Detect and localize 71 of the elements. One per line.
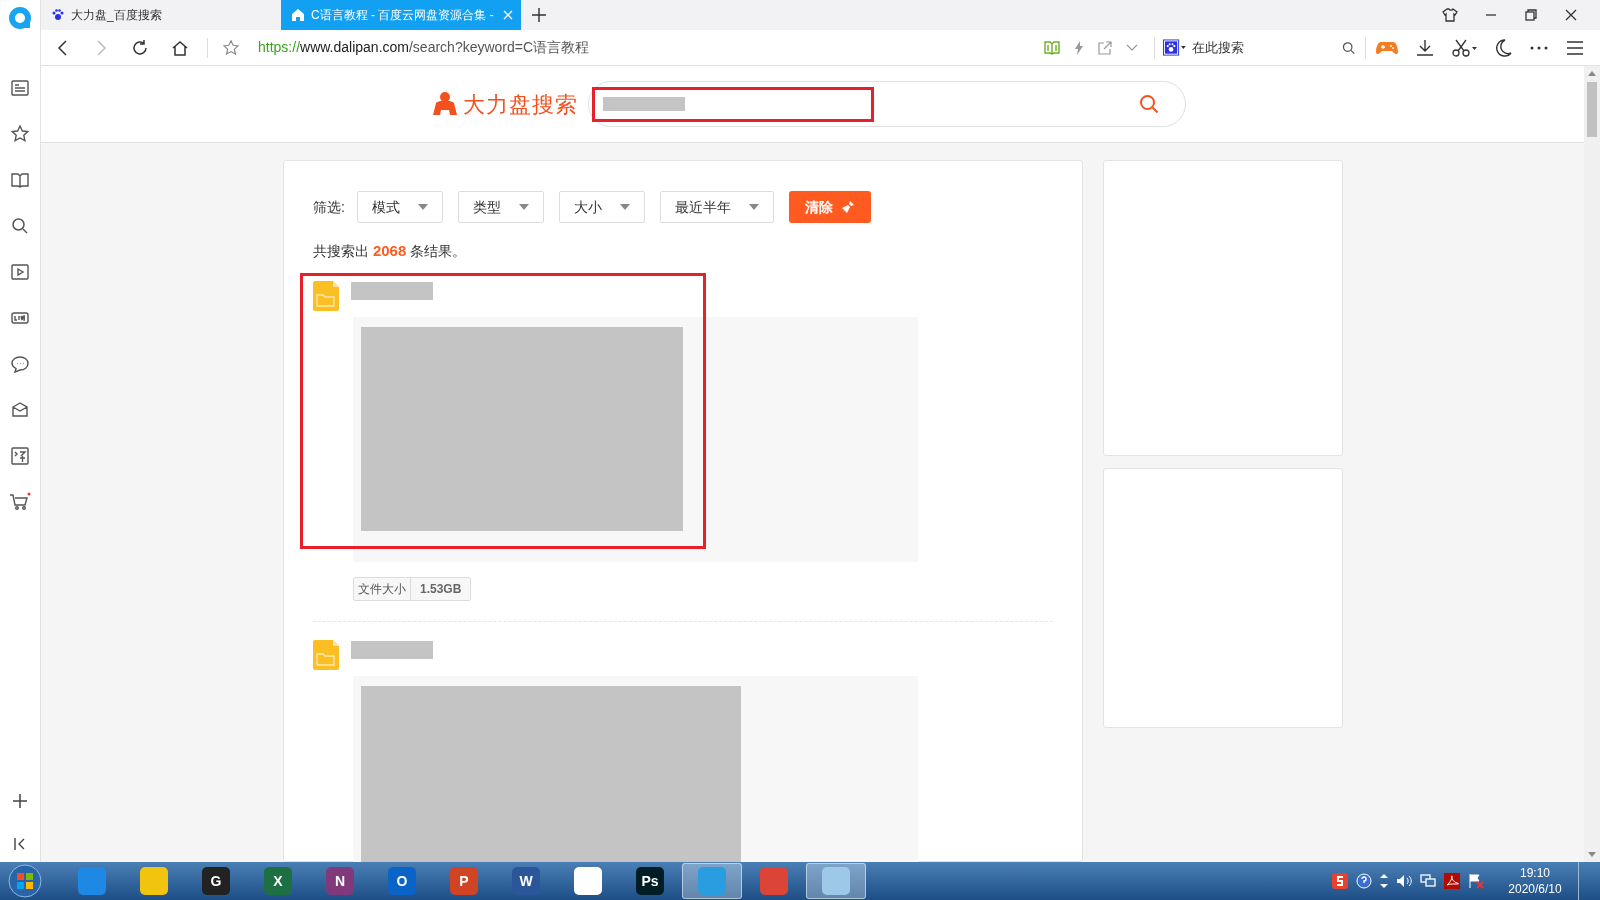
pdf-icon[interactable]: [1444, 873, 1460, 889]
menu-icon[interactable]: [1566, 39, 1584, 56]
tray-expand-icon[interactable]: [1380, 874, 1388, 888]
caret-icon: [619, 204, 630, 210]
star-icon[interactable]: [10, 124, 30, 144]
restore-icon[interactable]: [1524, 8, 1538, 22]
folder-file-icon: [313, 639, 339, 670]
home-icon[interactable]: [171, 38, 189, 57]
skin-icon[interactable]: [1442, 7, 1458, 23]
more-icon[interactable]: [1530, 45, 1548, 50]
book-icon[interactable]: [10, 170, 30, 190]
reload-icon[interactable]: [131, 38, 149, 57]
lightning-icon[interactable]: [1074, 40, 1084, 55]
chevron-down-icon[interactable]: [1126, 43, 1138, 52]
new-tab-icon[interactable]: [531, 7, 547, 23]
folder-file-icon: [313, 280, 339, 311]
gamepad-icon[interactable]: [1376, 39, 1398, 56]
taskbar-app[interactable]: N: [310, 863, 370, 899]
taskbar-app[interactable]: G: [186, 863, 246, 899]
help-icon[interactable]: [1356, 873, 1372, 889]
search-icon[interactable]: [1341, 40, 1355, 55]
taskbar-app[interactable]: P: [434, 863, 494, 899]
add-icon[interactable]: [11, 792, 29, 810]
moon-icon[interactable]: [1496, 38, 1512, 57]
broom-icon: [840, 200, 855, 214]
bookmark-star-icon[interactable]: [222, 38, 240, 57]
paw-icon[interactable]: [1163, 38, 1186, 57]
toolbar-search-field[interactable]: 在此搜索: [1191, 37, 1342, 58]
cart-icon[interactable]: [9, 492, 31, 512]
paw-icon: [51, 8, 65, 22]
site-search-field[interactable]: [588, 81, 1186, 127]
translate-icon[interactable]: [10, 446, 30, 466]
house-icon: [291, 8, 305, 22]
filter-dropdown[interactable]: 最近半年: [659, 191, 774, 223]
start-button-icon[interactable]: [8, 864, 42, 898]
scrollbar-thumb[interactable]: [1587, 82, 1597, 137]
result-count-text: 共搜索出 2068 条结果。: [313, 241, 467, 261]
clock-date[interactable]: 2020/6/10: [1508, 881, 1562, 897]
caret-icon: [417, 204, 428, 210]
browser-logo-icon[interactable]: [8, 6, 32, 30]
scissors-icon[interactable]: [1452, 38, 1478, 57]
clock-time[interactable]: 19:10: [1520, 865, 1550, 881]
file-size-tag: 文件大小 1.53GB: [353, 576, 472, 601]
scroll-up-icon[interactable]: [1588, 71, 1596, 76]
input-method-icon[interactable]: [1332, 873, 1348, 889]
news-icon[interactable]: [10, 78, 30, 98]
search-icon[interactable]: [10, 216, 30, 236]
scrollbar[interactable]: [1584, 66, 1600, 862]
reading-mode-icon[interactable]: [1044, 40, 1060, 55]
share-icon[interactable]: [1098, 40, 1112, 55]
close-icon[interactable]: [1564, 8, 1578, 22]
taskbar-app[interactable]: W: [496, 863, 556, 899]
caret-icon: [518, 204, 529, 210]
filter-dropdown[interactable]: 大小: [558, 191, 645, 223]
network-icon[interactable]: [1420, 874, 1436, 888]
taskbar-app[interactable]: Ps: [620, 863, 680, 899]
address-field[interactable]: https://www.dalipan.com/search?keyword=C语言教程: [258, 37, 590, 58]
taskbar-app[interactable]: X: [248, 863, 308, 899]
close-tab-icon[interactable]: [503, 10, 513, 20]
filter-dropdown[interactable]: 类型: [457, 191, 544, 223]
download-icon[interactable]: [1416, 38, 1434, 57]
chat-icon[interactable]: [10, 354, 30, 374]
scroll-down-icon[interactable]: [1588, 852, 1596, 857]
filter-dropdown[interactable]: 模式: [356, 191, 443, 223]
caret-icon: [748, 204, 759, 210]
taskbar-app[interactable]: O: [372, 863, 432, 899]
filter-label: 筛选:: [313, 197, 345, 217]
volume-icon[interactable]: [1396, 874, 1412, 888]
search-icon[interactable]: [1139, 94, 1159, 114]
video-icon[interactable]: [10, 262, 30, 282]
flag-icon[interactable]: [1468, 873, 1484, 889]
